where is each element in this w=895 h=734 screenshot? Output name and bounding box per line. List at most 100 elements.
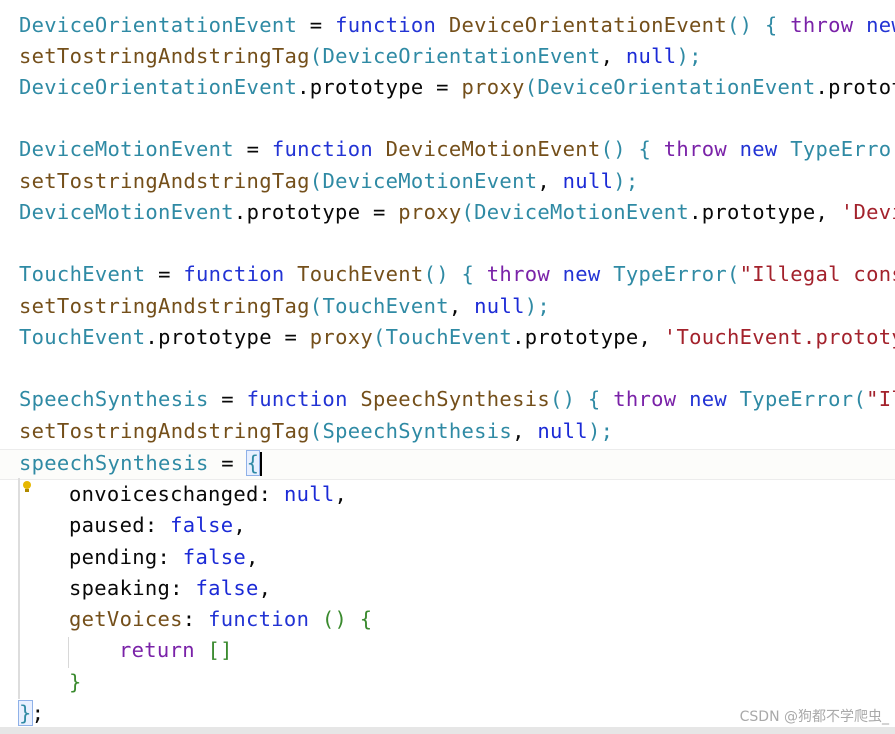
code-token: throw [600, 387, 677, 411]
code-token: = [145, 262, 184, 286]
code-line: pending: false, [69, 542, 259, 573]
code-token: ); [587, 419, 614, 443]
code-line: DeviceMotionEvent.prototype = proxy(Devi… [19, 197, 895, 228]
code-token: TouchEvent [19, 325, 146, 349]
code-token: 'TouchEvent.prototy [663, 325, 895, 349]
code-token: function [183, 262, 285, 286]
code-token: DeviceOrientationEvent [19, 75, 298, 99]
code-token: : [258, 482, 284, 506]
code-token: DeviceMotionEvent [322, 169, 538, 193]
code-line: setTostringAndstringTag(TouchEvent, null… [19, 291, 550, 322]
code-token: , [512, 419, 538, 443]
code-token: "Il [866, 387, 895, 411]
code-token: : [182, 607, 209, 631]
code-line: TouchEvent.prototype = proxy(TouchEvent.… [19, 322, 895, 353]
code-token: .prototype = [297, 75, 462, 99]
matched-bracket: } [18, 700, 33, 726]
code-token: .protot [815, 75, 895, 99]
code-token: setTostringAndstringTag [19, 44, 310, 68]
code-token: null [562, 169, 614, 193]
code-token: : [144, 513, 171, 537]
code-token: pending [69, 545, 158, 569]
code-token: , [537, 169, 563, 193]
code-token: ( [461, 200, 475, 224]
code-token: DeviceOrientationEvent [436, 13, 727, 37]
code-token: throw [474, 262, 550, 286]
code-token: , [233, 513, 247, 537]
code-token: throw [651, 137, 727, 161]
code-token: ( [373, 325, 386, 349]
code-token: proxy [309, 325, 373, 349]
code-token: , [334, 482, 348, 506]
code-line: SpeechSynthesis = function SpeechSynthes… [19, 384, 895, 415]
code-token: new [550, 262, 601, 286]
code-token: new [727, 137, 778, 161]
code-token: ( [309, 294, 323, 318]
code-token: () { [600, 137, 652, 161]
code-token: TypeError [727, 387, 854, 411]
code-line: DeviceOrientationEvent = function Device… [19, 10, 895, 41]
code-token: [] [194, 638, 233, 662]
code-token: SpeechSynthesis [347, 387, 550, 411]
code-token: TypeError [777, 137, 895, 161]
code-line: paused: false, [69, 510, 246, 541]
code-token: null [537, 419, 588, 443]
code-token: function [335, 13, 437, 37]
code-token: DeviceOrientationEvent [322, 44, 601, 68]
code-line: } [69, 667, 82, 698]
code-token: = [297, 13, 336, 37]
code-token: () { [550, 387, 601, 411]
code-token: } [69, 670, 82, 694]
lightbulb-icon[interactable] [22, 480, 32, 494]
code-token: DeviceMotionEvent [19, 137, 234, 161]
code-token: DeviceMotionEvent [373, 137, 601, 161]
code-token: getVoices [69, 607, 183, 631]
code-token: : [170, 576, 196, 600]
code-token: ); [524, 294, 551, 318]
code-token: setTostringAndstringTag [19, 419, 310, 443]
code-token: ); [676, 44, 702, 68]
code-token: false [170, 513, 234, 537]
code-line: setTostringAndstringTag(DeviceMotionEven… [19, 166, 639, 197]
code-token: = [208, 387, 247, 411]
code-token: ( [727, 262, 740, 286]
code-line: return [] [119, 635, 233, 666]
code-token: , [246, 545, 259, 569]
code-token: SpeechSynthesis [322, 419, 513, 443]
code-token: .prototype, [512, 325, 664, 349]
text-caret [260, 452, 263, 476]
code-token: = [208, 451, 247, 475]
code-token: () { [423, 262, 475, 286]
code-token: paused [69, 513, 145, 537]
code-token: setTostringAndstringTag [19, 294, 310, 318]
code-line: TouchEvent = function TouchEvent() { thr… [19, 259, 895, 290]
code-token: ( [309, 169, 323, 193]
code-token: speaking [69, 576, 171, 600]
code-token: proxy [398, 200, 462, 224]
code-line: setTostringAndstringTag(SpeechSynthesis,… [19, 416, 613, 447]
scope-indicator [18, 478, 20, 699]
code-token: function [271, 137, 373, 161]
code-token: DeviceOrientationEvent [19, 13, 298, 37]
code-token: setTostringAndstringTag [19, 169, 310, 193]
horizontal-scrollbar[interactable] [0, 727, 895, 734]
code-token: () { [726, 13, 778, 37]
code-token: speechSynthesis [19, 451, 209, 475]
code-line: DeviceOrientationEvent.prototype = proxy… [19, 72, 895, 103]
code-token: ( [309, 419, 323, 443]
matched-bracket: { [245, 450, 261, 476]
code-token: DeviceOrientationEvent [537, 75, 816, 99]
watermark: CSDN @狗都不学爬虫_ [739, 709, 889, 725]
code-line: DeviceMotionEvent = function DeviceMotio… [19, 134, 895, 165]
code-editor[interactable]: DeviceOrientationEvent = function Device… [0, 0, 895, 734]
code-token: ); [613, 169, 639, 193]
code-token: , [448, 294, 475, 318]
code-line: speaking: false, [69, 573, 271, 604]
code-token: .prototype, [689, 200, 841, 224]
code-token: null [283, 482, 335, 506]
code-token: ; [31, 701, 45, 725]
code-token: , [600, 44, 626, 68]
code-token: throw [777, 13, 854, 37]
code-token: null [474, 294, 525, 318]
code-token: TouchEvent [322, 294, 449, 318]
